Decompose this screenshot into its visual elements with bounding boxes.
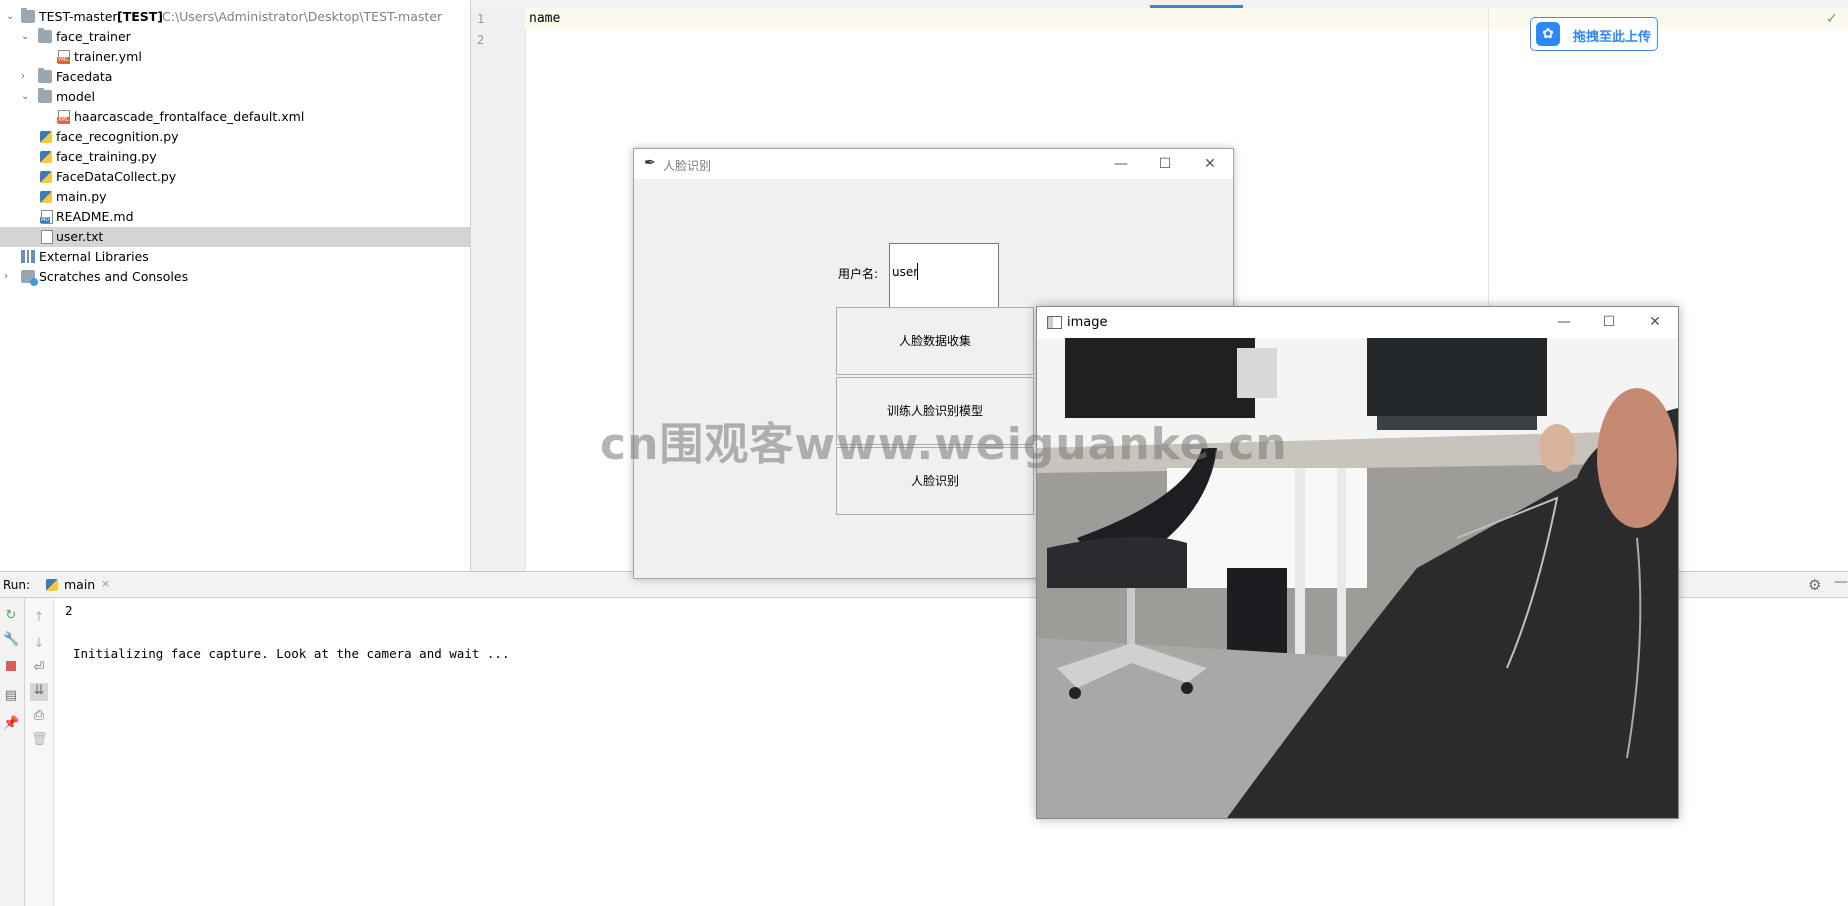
code-line[interactable]: name <box>529 11 560 26</box>
username-value: user <box>892 265 919 279</box>
stop-icon[interactable] <box>3 660 19 676</box>
scratches-icon <box>21 270 38 286</box>
text-caret <box>917 263 918 280</box>
tree-item-label: face_recognition.py <box>56 129 179 144</box>
tree-item-label: model <box>56 89 95 104</box>
line-number: 1 <box>477 12 485 26</box>
tree-item-label: haarcascade_frontalface_default.xml <box>74 109 305 124</box>
feather-icon: ✒ <box>644 155 656 171</box>
arrow-up-icon[interactable]: ↑ <box>31 610 47 626</box>
tree-item-label: FaceDataCollect.py <box>56 169 177 184</box>
tree-item-face-recognition[interactable]: face_recognition.py <box>0 127 470 147</box>
chevron-right-icon[interactable]: › <box>4 272 14 282</box>
image-titlebar[interactable]: image — ☐ ✕ <box>1037 307 1678 338</box>
image-window-title: image <box>1067 315 1108 330</box>
run-label: Run: <box>3 578 31 592</box>
layout-icon[interactable]: ▤ <box>3 688 19 704</box>
username-label: 用户名: <box>838 267 879 281</box>
console-line: 2 <box>65 603 73 618</box>
tree-item-face-training[interactable]: face_training.py <box>0 147 470 167</box>
console-toolbar: ↑ ↓ ⏎ ⇊ ⎙ 🗑 <box>25 598 54 906</box>
tree-item-main-py[interactable]: main.py <box>0 187 470 207</box>
xml-file-icon <box>57 110 70 124</box>
chevron-down-icon[interactable]: ⌄ <box>21 92 31 102</box>
folder-icon <box>21 8 35 23</box>
soft-wrap-icon[interactable]: ⏎ <box>31 660 47 676</box>
tree-item-label: trainer.yml <box>74 49 142 64</box>
close-button[interactable]: ✕ <box>1640 311 1670 333</box>
arrow-down-icon[interactable]: ↓ <box>31 636 47 652</box>
run-tab-label: main <box>64 577 96 592</box>
scroll-to-end-icon[interactable]: ⇊ <box>30 683 48 701</box>
tree-item-readme[interactable]: README.md <box>0 207 470 227</box>
maximize-button[interactable]: ☐ <box>1594 311 1624 333</box>
chevron-right-icon[interactable]: › <box>21 72 31 82</box>
chevron-down-icon[interactable]: ⌄ <box>21 32 31 42</box>
console-line: Initializing face capture. Look at the c… <box>73 646 510 661</box>
username-input[interactable]: user <box>889 243 999 313</box>
image-window: image — ☐ ✕ <box>1036 306 1679 819</box>
maximize-button[interactable]: ☐ <box>1150 153 1180 175</box>
rerun-icon[interactable]: ↻ <box>3 608 19 624</box>
close-icon[interactable]: × <box>101 577 110 590</box>
folder-icon <box>38 28 52 43</box>
tree-item-external-libraries[interactable]: External Libraries <box>0 247 470 267</box>
window-app-icon <box>1047 316 1062 329</box>
minimize-icon[interactable]: — <box>1834 574 1848 590</box>
python-file-icon <box>40 131 52 143</box>
yml-file-icon <box>57 50 70 64</box>
cloud-upload-icon: ✿ <box>1536 22 1560 46</box>
library-icon <box>21 250 35 263</box>
editor-gutter <box>471 8 526 571</box>
tree-item-label: main.py <box>56 189 107 204</box>
trash-icon[interactable]: 🗑 <box>31 732 48 748</box>
tree-item-facedatacollect[interactable]: FaceDataCollect.py <box>0 167 470 187</box>
markdown-file-icon <box>40 210 53 224</box>
chevron-down-icon[interactable]: ⌄ <box>6 12 16 22</box>
run-toolbar: ↻ 🔧 ▤ 📌 <box>0 598 25 906</box>
python-icon <box>46 579 58 591</box>
tree-item-model[interactable]: ⌄ model <box>0 87 470 107</box>
python-file-icon <box>40 191 52 203</box>
inspection-ok-icon[interactable]: ✓ <box>1826 11 1838 27</box>
tree-item-label: External Libraries <box>39 249 149 264</box>
drag-upload-button[interactable]: ✿ 拖拽至此上传 <box>1530 17 1658 51</box>
text-file-icon <box>41 230 53 244</box>
print-icon[interactable]: ⎙ <box>31 708 47 724</box>
tree-item-label: face_training.py <box>56 149 157 164</box>
line-number: 2 <box>477 33 485 47</box>
root-name: TEST-master <box>39 9 118 24</box>
gear-icon[interactable]: ⚙ <box>1808 576 1821 594</box>
face-data-collect-button[interactable]: 人脸数据收集 <box>836 307 1034 375</box>
pin-icon[interactable]: 📌 <box>3 716 19 732</box>
tree-item-label: Facedata <box>56 69 113 84</box>
python-file-icon <box>40 151 52 163</box>
folder-icon <box>38 68 52 83</box>
tree-item-label: Scratches and Consoles <box>39 269 189 284</box>
project-panel: ⌄ TEST-master [TEST] C:\Users\Administra… <box>0 0 471 571</box>
tree-item-facedata[interactable]: › Facedata <box>0 67 470 87</box>
upload-label: 拖拽至此上传 <box>1573 30 1652 45</box>
wrench-icon[interactable]: 🔧 <box>3 632 19 648</box>
close-button[interactable]: ✕ <box>1195 153 1225 175</box>
tree-item-label: face_trainer <box>56 29 131 44</box>
tree-item-label: user.txt <box>56 229 104 244</box>
tree-item-trainer-yml[interactable]: trainer.yml <box>0 47 470 67</box>
tree-item-user-txt[interactable]: user.txt <box>0 227 470 247</box>
tree-item-haarcascade[interactable]: haarcascade_frontalface_default.xml <box>0 107 470 127</box>
root-tag: [TEST] <box>117 9 164 24</box>
minimize-button[interactable]: — <box>1106 153 1136 175</box>
tree-item-face-trainer[interactable]: ⌄ face_trainer <box>0 27 470 47</box>
tk-titlebar[interactable]: ✒ 人脸识别 — ☐ ✕ <box>634 149 1233 179</box>
tree-item-scratches[interactable]: › Scratches and Consoles <box>0 267 470 287</box>
window-title: 人脸识别 <box>663 159 712 173</box>
python-file-icon <box>40 171 52 183</box>
watermark-text: cn围观客www.weiguanke.cn <box>600 419 1288 470</box>
minimize-button[interactable]: — <box>1549 311 1579 333</box>
root-path: C:\Users\Administrator\Desktop\TEST-mast… <box>162 9 443 24</box>
folder-icon <box>38 88 52 103</box>
tree-item-label: README.md <box>56 209 134 224</box>
